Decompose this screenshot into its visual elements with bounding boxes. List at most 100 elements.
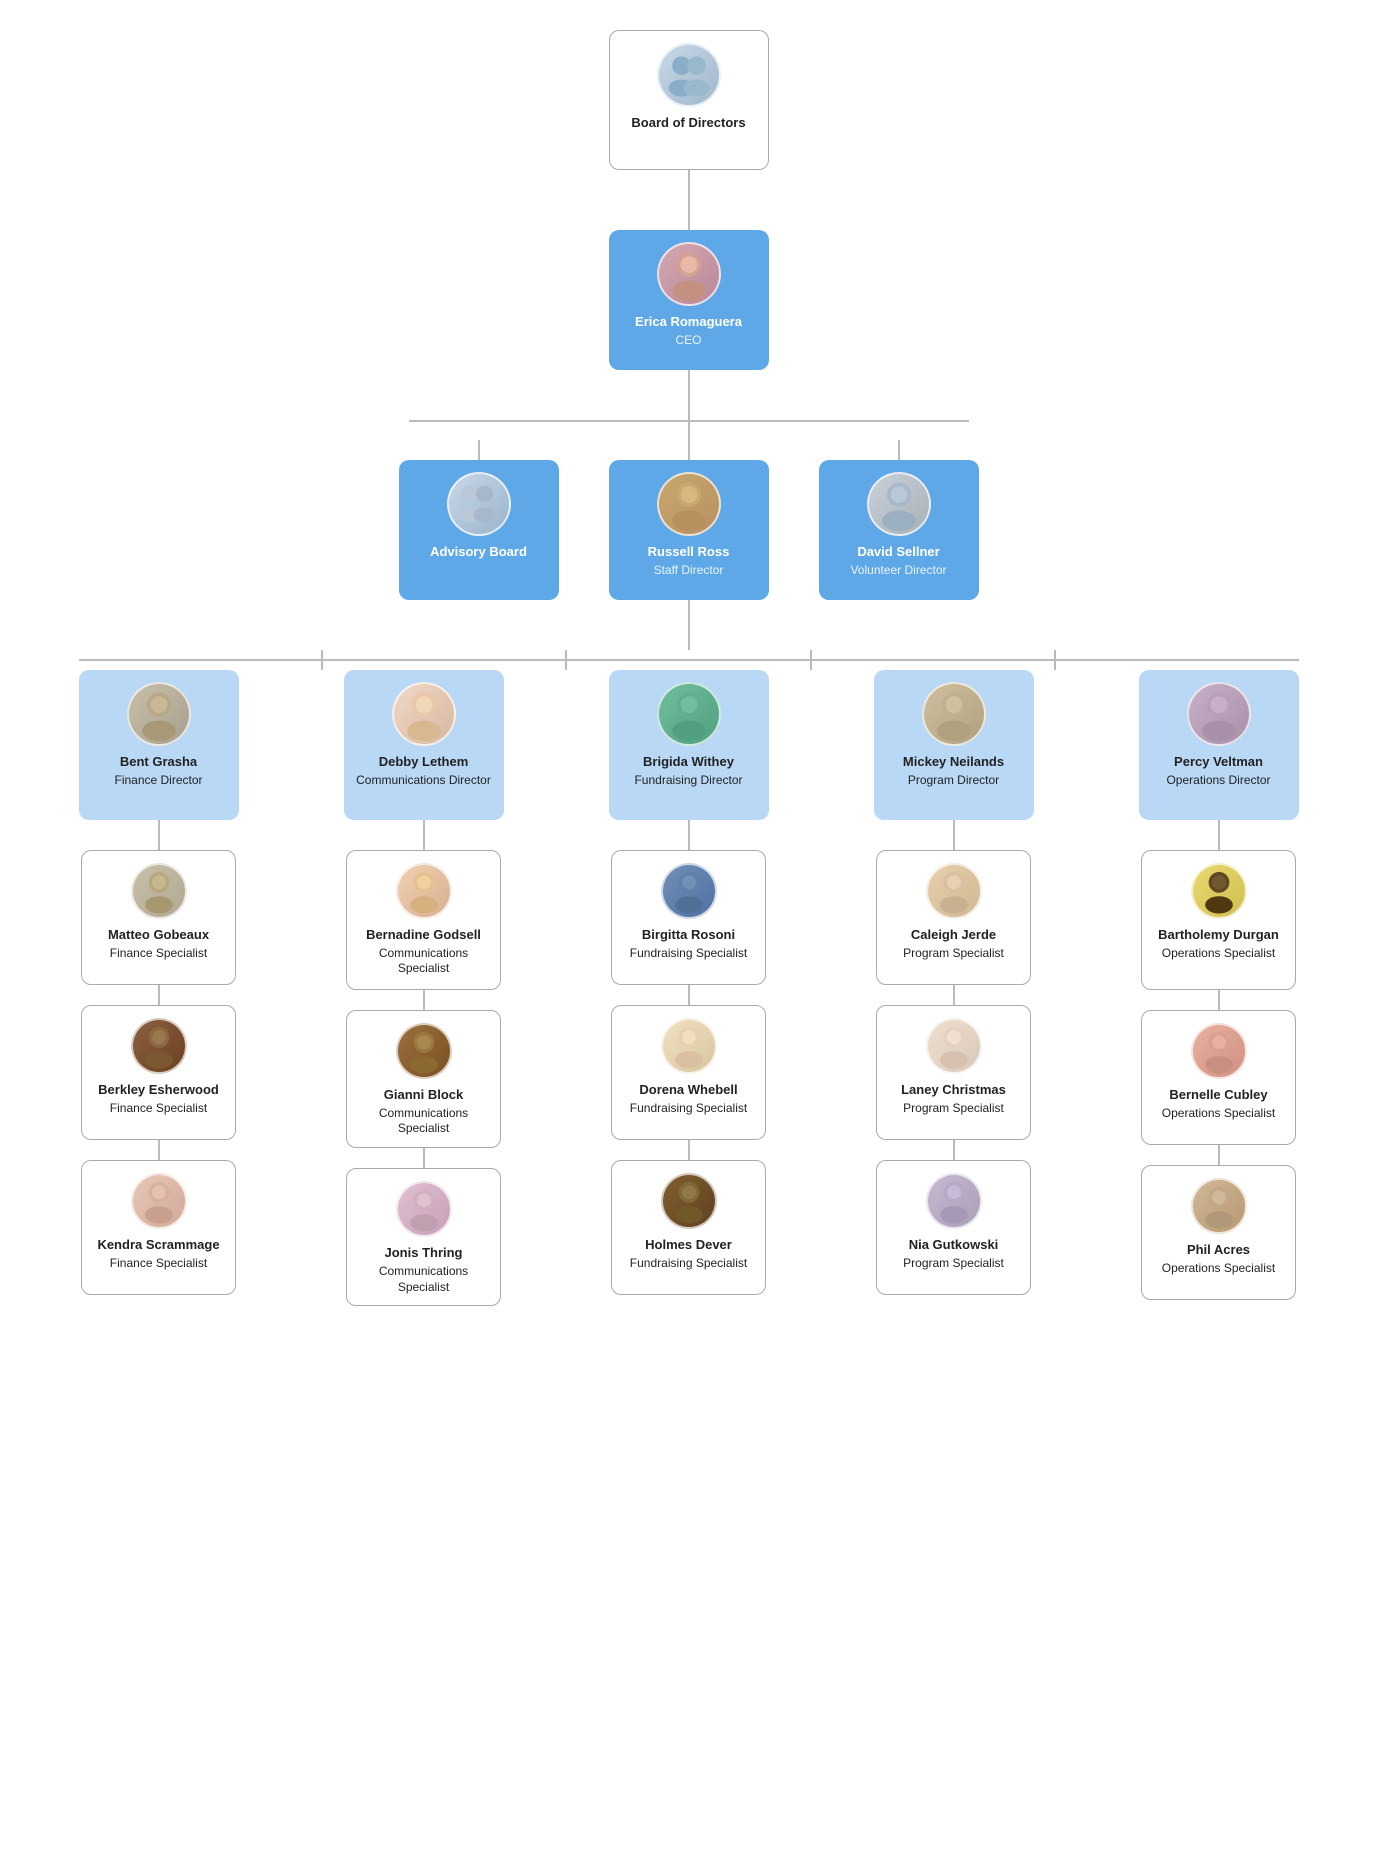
kendra-name: Kendra Scrammage	[97, 1237, 219, 1254]
david-name: David Sellner	[857, 544, 939, 561]
dorena-title: Fundraising Specialist	[630, 1101, 747, 1117]
brigida-name: Brigida Withey	[643, 754, 734, 771]
bernadine-title: Communications Specialist	[357, 946, 490, 977]
node-phil[interactable]: Phil Acres Operations Specialist	[1141, 1165, 1296, 1300]
node-percy-veltman[interactable]: Percy Veltman Operations Director	[1139, 670, 1299, 820]
node-matteo[interactable]: Matteo Gobeaux Finance Specialist	[81, 850, 236, 985]
caleigh-title: Program Specialist	[903, 946, 1004, 962]
avatar-bernelle	[1191, 1023, 1247, 1079]
avatar-brigida	[657, 682, 721, 746]
col-bent: Bent Grasha Finance Director	[79, 670, 239, 1295]
level-root: Board of Directors	[609, 30, 769, 170]
node-russell-ross[interactable]: Russell Ross Staff Director	[609, 460, 769, 600]
phil-name: Phil Acres	[1187, 1242, 1250, 1259]
node-advisory-board[interactable]: Advisory Board	[399, 460, 559, 600]
avatar-dorena	[661, 1018, 717, 1074]
avatar-board	[657, 43, 721, 107]
avatar-kendra	[131, 1173, 187, 1229]
bernadine-name: Bernadine Godsell	[366, 927, 481, 944]
avatar-matteo	[131, 863, 187, 919]
node-nia[interactable]: Nia Gutkowski Program Specialist	[876, 1160, 1031, 1295]
avatar-nia	[926, 1173, 982, 1229]
phil-title: Operations Specialist	[1162, 1261, 1275, 1277]
berkley-name: Berkley Esherwood	[98, 1082, 219, 1099]
matteo-title: Finance Specialist	[110, 946, 207, 962]
gianni-name: Gianni Block	[384, 1087, 463, 1104]
node-berkley[interactable]: Berkley Esherwood Finance Specialist	[81, 1005, 236, 1140]
nia-name: Nia Gutkowski	[909, 1237, 999, 1254]
bartholemy-title: Operations Specialist	[1162, 946, 1275, 962]
node-bartholemy[interactable]: Bartholemy Durgan Operations Specialist	[1141, 850, 1296, 990]
mickey-title: Program Director	[908, 773, 999, 789]
node-caleigh[interactable]: Caleigh Jerde Program Specialist	[876, 850, 1031, 985]
avatar-advisory	[447, 472, 511, 536]
jonis-name: Jonis Thring	[385, 1245, 463, 1262]
avatar-laney	[926, 1018, 982, 1074]
bartholemy-name: Bartholemy Durgan	[1158, 927, 1279, 944]
debby-name: Debby Lethem	[379, 754, 469, 771]
avatar-mickey	[922, 682, 986, 746]
percy-title: Operations Director	[1166, 773, 1270, 789]
avatar-gianni	[396, 1023, 452, 1079]
node-birgitta[interactable]: Birgitta Rosoni Fundraising Specialist	[611, 850, 766, 985]
connector-l2-directors	[688, 600, 690, 650]
node-jonis[interactable]: Jonis Thring Communications Specialist	[346, 1168, 501, 1306]
node-bernelle[interactable]: Bernelle Cubley Operations Specialist	[1141, 1010, 1296, 1145]
nia-title: Program Specialist	[903, 1256, 1004, 1272]
node-holmes[interactable]: Holmes Dever Fundraising Specialist	[611, 1160, 766, 1295]
node-mickey-neilands[interactable]: Mickey Neilands Program Director	[874, 670, 1034, 820]
node-brigida-withey[interactable]: Brigida Withey Fundraising Director	[609, 670, 769, 820]
avatar-bernadine	[396, 863, 452, 919]
brigida-reports: Birgitta Rosoni Fundraising Specialist	[611, 850, 766, 1295]
node-gianni[interactable]: Gianni Block Communications Specialist	[346, 1010, 501, 1148]
col-advisory: Advisory Board	[399, 440, 559, 600]
l2-hbar	[409, 420, 969, 440]
ceo-title: CEO	[675, 333, 701, 349]
advisory-name: Advisory Board	[430, 544, 527, 561]
avatar-percy	[1187, 682, 1251, 746]
laney-title: Program Specialist	[903, 1101, 1004, 1117]
node-board-of-directors[interactable]: Board of Directors	[609, 30, 769, 170]
avatar-russell	[657, 472, 721, 536]
node-kendra[interactable]: Kendra Scrammage Finance Specialist	[81, 1160, 236, 1295]
connector-bent-reports	[158, 820, 160, 850]
connector-ceo-l2	[688, 370, 690, 420]
russell-title: Staff Director	[654, 563, 724, 579]
russell-name: Russell Ross	[648, 544, 730, 561]
holmes-name: Holmes Dever	[645, 1237, 732, 1254]
bent-title: Finance Director	[114, 773, 202, 789]
level2-container: Advisory Board Russell Ross Staff Direc	[399, 420, 979, 600]
avatar-bartholemy	[1191, 863, 1247, 919]
col-percy: Percy Veltman Operations Director	[1139, 670, 1299, 1300]
col-mickey: Mickey Neilands Program Director	[874, 670, 1034, 1295]
bernelle-name: Bernelle Cubley	[1169, 1087, 1267, 1104]
node-ceo[interactable]: Erica Romaguera CEO	[609, 230, 769, 370]
directors-hbar	[79, 650, 1299, 670]
birgitta-name: Birgitta Rosoni	[642, 927, 735, 944]
ceo-name: Erica Romaguera	[635, 314, 742, 331]
mickey-reports: Caleigh Jerde Program Specialist Lan	[876, 850, 1031, 1295]
avatar-debby	[392, 682, 456, 746]
bent-reports: Matteo Gobeaux Finance Specialist	[81, 850, 236, 1295]
avatar-bent	[127, 682, 191, 746]
col-david: David Sellner Volunteer Director	[819, 440, 979, 600]
node-dorena[interactable]: Dorena Whebell Fundraising Specialist	[611, 1005, 766, 1140]
debby-reports: Bernadine Godsell Communications Special…	[346, 850, 501, 1306]
col-debby: Debby Lethem Communications Director	[344, 670, 504, 1306]
directors-row: Bent Grasha Finance Director	[79, 670, 1299, 1306]
matteo-name: Matteo Gobeaux	[108, 927, 209, 944]
node-laney[interactable]: Laney Christmas Program Specialist	[876, 1005, 1031, 1140]
col-russell: Russell Ross Staff Director	[609, 440, 769, 600]
avatar-berkley	[131, 1018, 187, 1074]
node-bernadine[interactable]: Bernadine Godsell Communications Special…	[346, 850, 501, 990]
avatar-birgitta	[661, 863, 717, 919]
node-david-sellner[interactable]: David Sellner Volunteer Director	[819, 460, 979, 600]
gianni-title: Communications Specialist	[357, 1106, 490, 1137]
dorena-name: Dorena Whebell	[639, 1082, 737, 1099]
avatar-jonis	[396, 1181, 452, 1237]
kendra-title: Finance Specialist	[110, 1256, 207, 1272]
bent-name: Bent Grasha	[120, 754, 197, 771]
node-bent-grasha[interactable]: Bent Grasha Finance Director	[79, 670, 239, 820]
node-debby-lethem[interactable]: Debby Lethem Communications Director	[344, 670, 504, 820]
org-chart: Board of Directors Erica Romaguera CEO	[0, 0, 1377, 1366]
